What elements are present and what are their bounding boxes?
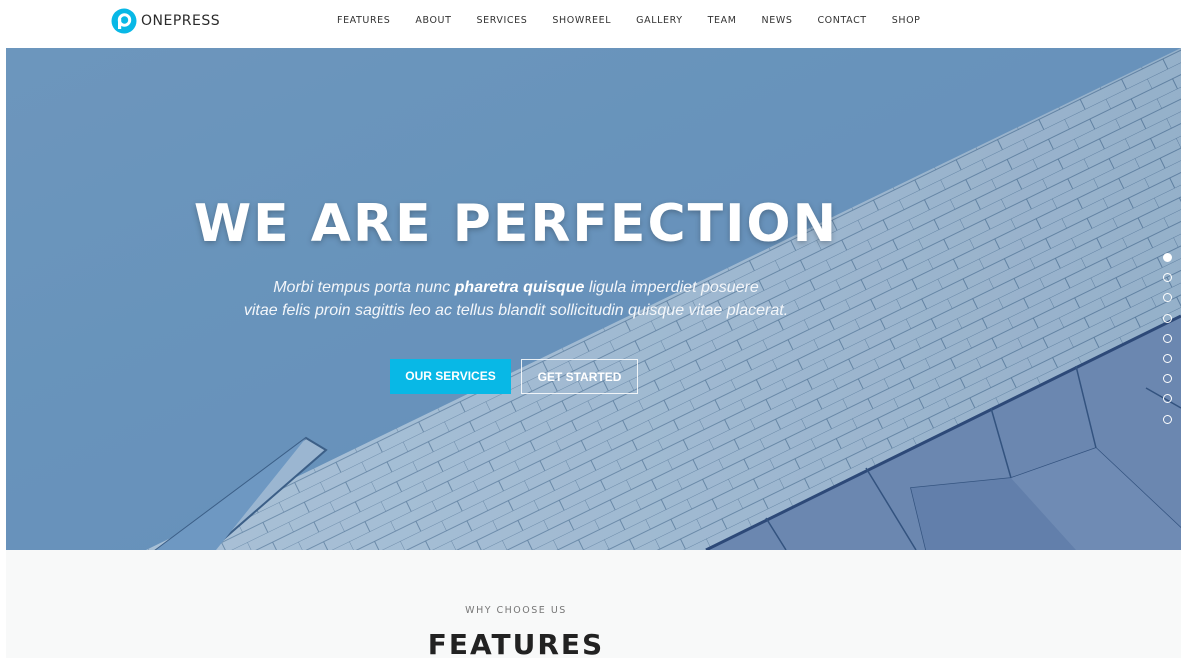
nav-item-showreel[interactable]: SHOWREEL: [552, 15, 611, 26]
onepress-logo-icon: [111, 8, 137, 34]
our-services-button[interactable]: OUR SERVICES: [390, 359, 511, 394]
logo-text: ONEPRESS: [141, 13, 221, 29]
nav-item-shop[interactable]: SHOP: [892, 15, 921, 26]
section-dot[interactable]: [1163, 353, 1172, 363]
section-title: FEATURES: [427, 628, 605, 661]
site-header: ONEPRESS FEATURES ABOUT SERVICES SHOWREE…: [0, 0, 1181, 48]
nav-item-services[interactable]: SERVICES: [477, 15, 528, 26]
nav-item-contact[interactable]: CONTACT: [817, 15, 866, 26]
main-nav: FEATURES ABOUT SERVICES SHOWREEL GALLERY…: [337, 0, 946, 40]
nav-item-about[interactable]: ABOUT: [415, 15, 451, 26]
section-dot[interactable]: [1163, 253, 1172, 262]
nav-item-gallery[interactable]: GALLERY: [636, 15, 682, 26]
features-section: WHY CHOOSE US FEATURES: [6, 550, 1181, 661]
nav-item-team[interactable]: TEAM: [708, 15, 737, 26]
hero-section: WE ARE PERFECTION Morbi tempus porta nun…: [6, 48, 1181, 550]
section-dot[interactable]: [1163, 414, 1172, 424]
section-nav-dots: [1163, 253, 1175, 435]
hero-subtitle-part2: ligula imperdiet posuere: [584, 279, 759, 296]
section-dot[interactable]: [1163, 313, 1172, 323]
section-dot[interactable]: [1163, 293, 1172, 303]
section-kicker: WHY CHOOSE US: [465, 605, 567, 616]
hero-subtitle-bold: pharetra quisque: [454, 279, 585, 296]
site-logo[interactable]: ONEPRESS: [111, 8, 220, 34]
hero-subtitle: Morbi tempus porta nunc pharetra quisque…: [6, 276, 1026, 322]
nav-item-news[interactable]: NEWS: [762, 15, 793, 26]
get-started-button[interactable]: GET STARTED: [521, 359, 638, 394]
section-dot[interactable]: [1163, 333, 1172, 343]
section-dot[interactable]: [1163, 374, 1172, 384]
hero-subtitle-part1: Morbi tempus porta nunc: [273, 279, 455, 296]
hero-subtitle-line2: vitae felis proin sagittis leo ac tellus…: [243, 302, 789, 319]
hero-title: WE ARE PERFECTION: [193, 194, 839, 254]
section-dot[interactable]: [1163, 273, 1172, 283]
section-dot[interactable]: [1163, 394, 1172, 404]
nav-item-features[interactable]: FEATURES: [337, 15, 390, 26]
